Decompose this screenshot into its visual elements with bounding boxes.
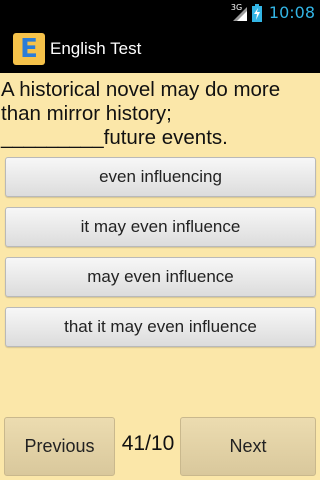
question-line-3-rest: future events. [103, 126, 228, 149]
network-type-label: 3G [230, 2, 243, 12]
answer-button-3[interactable]: may even influence [5, 257, 316, 297]
answer-button-1[interactable]: even influencing [5, 157, 316, 197]
status-bar: 3G 10:08 [0, 0, 320, 25]
answer-button-4[interactable]: that it may even influence [5, 307, 316, 347]
clock: 10:08 [268, 3, 315, 22]
signal-icon: 3G [230, 2, 247, 21]
battery-icon [251, 3, 263, 22]
question-text: A historical novel may do more than mirr… [1, 78, 319, 150]
question-line-1: A historical novel may do more [1, 78, 281, 101]
previous-button[interactable]: Previous [4, 417, 115, 476]
next-button[interactable]: Next [180, 417, 316, 476]
app-title: English Test [50, 39, 142, 58]
question-line-3: _________future events. [1, 126, 319, 150]
action-bar: E English Test [0, 25, 320, 73]
question-blank: _________ [1, 126, 104, 149]
app-icon[interactable]: E [13, 33, 45, 65]
question-counter: 41/10 [121, 432, 175, 455]
answer-button-2[interactable]: it may even influence [5, 207, 316, 247]
question-line-2: than mirror history; [1, 102, 172, 125]
